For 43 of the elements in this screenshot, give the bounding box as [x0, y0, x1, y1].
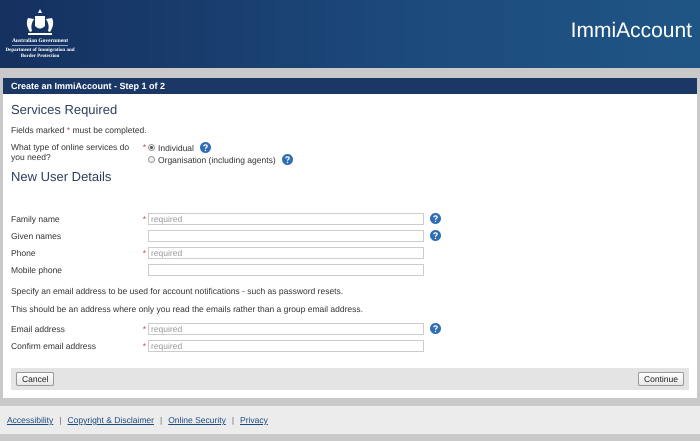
text-field[interactable]: [148, 230, 424, 242]
radio-button[interactable]: [148, 144, 155, 151]
required-mark: *: [142, 248, 146, 258]
required-mark: *: [142, 340, 146, 350]
radio-label[interactable]: Individual: [158, 142, 194, 152]
text-field[interactable]: required: [148, 246, 424, 258]
field-label: Mobile phone: [11, 264, 64, 274]
link-separator: |: [160, 415, 162, 425]
help-icon[interactable]: [200, 142, 211, 153]
footer-link[interactable]: Privacy: [240, 415, 268, 425]
question-label: What type of online services do you need?: [11, 142, 130, 164]
continue-button[interactable]: Continue: [638, 372, 684, 386]
help-text: This should be an address where only you read the emails rather than a group email address.: [11, 304, 364, 314]
field-label: Phone: [11, 248, 37, 258]
footer-link[interactable]: Copyright & Disclaimer: [68, 415, 154, 425]
required-mark: *: [142, 214, 146, 224]
help-icon[interactable]: [430, 213, 441, 224]
section-heading: New User Details: [11, 169, 112, 184]
field-label: Family name: [11, 214, 61, 224]
field-label: Confirm email address: [11, 340, 98, 350]
link-separator: |: [232, 415, 234, 425]
required-mark: *: [142, 142, 146, 154]
text-field[interactable]: required: [148, 340, 424, 352]
site-title: ImmiAccount: [570, 19, 692, 43]
help-icon[interactable]: [430, 323, 441, 334]
field-label: Email address: [11, 324, 66, 334]
text-field[interactable]: [148, 264, 424, 276]
text-field[interactable]: required: [148, 322, 424, 334]
text-field[interactable]: required: [148, 212, 424, 224]
required-note: Fields marked * must be completed.: [11, 125, 148, 135]
cancel-button[interactable]: Cancel: [16, 372, 54, 386]
footer-link[interactable]: Online Security: [168, 415, 226, 425]
section-heading: Services Required: [11, 102, 118, 117]
help-icon[interactable]: [430, 230, 441, 241]
footer-link[interactable]: Accessibility: [7, 415, 54, 425]
link-separator: |: [59, 415, 62, 425]
help-icon[interactable]: [282, 154, 293, 165]
radio-button[interactable]: [148, 156, 155, 163]
required-mark: *: [142, 324, 146, 334]
panel-title: Create an ImmiAccount - Step 1 of 2: [3, 78, 697, 94]
radio-label[interactable]: Organisation (including agents): [158, 154, 276, 164]
help-text: Specify an email address to be used for account notifications - such as password resets.: [11, 286, 344, 296]
field-label: Given names: [11, 230, 62, 240]
